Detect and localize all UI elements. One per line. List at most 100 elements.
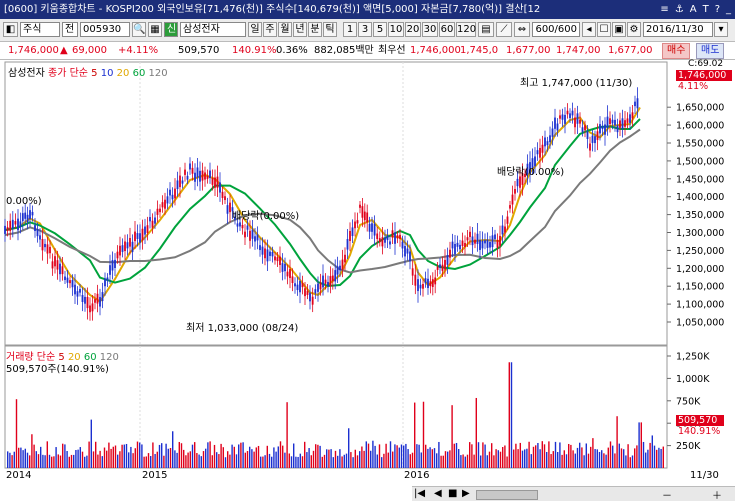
text-icon[interactable]: T [703,0,709,19]
candle-body [456,242,459,247]
candle-body [146,225,149,233]
scroll-first-icon[interactable]: |◀ [414,488,425,499]
volume-bar [623,449,625,468]
chart-menu-icon[interactable]: ◧ [3,22,18,37]
volume-bar [161,443,163,468]
candle-body [506,216,509,224]
minute-20-button[interactable]: 20 [405,22,421,37]
zoom-icon[interactable]: ⇔ [514,22,530,37]
scroll-left-icon[interactable]: ◂ [582,22,596,37]
volume-bar [370,450,372,468]
help-icon[interactable]: ? [715,0,720,19]
volume-bar [552,451,554,468]
price-chart[interactable]: 1,650,000 1,600,000 1,550,000 1,500,000 1,45… [0,60,735,500]
minute-1-button[interactable]: 1 [343,22,357,37]
volume-bar [561,454,563,468]
volume-bar [233,446,235,468]
volume-bar [620,448,623,468]
minute-5-button[interactable]: 5 [373,22,387,37]
scroll-prev-icon[interactable]: ◀ [434,488,442,499]
code-input[interactable]: 005930 [80,22,130,37]
volume-bar [26,452,29,468]
candle-body [417,279,419,292]
volume-bar [414,402,416,468]
data-count-input[interactable]: 600/600 [532,22,580,37]
volume-bar [176,452,178,468]
change-percent: +4.11% [118,45,159,56]
period-week-button[interactable]: 주 [263,22,277,37]
sell-button[interactable]: 매도 [696,43,725,59]
scope-select[interactable]: 전 [62,22,78,37]
x-label-end: 11/30 [690,470,719,481]
candle-body [317,283,319,292]
scroll-next-icon[interactable]: ▶ [462,488,470,499]
candle-body [441,264,444,271]
minute-10-button[interactable]: 10 [388,22,404,37]
save-icon[interactable]: ▣ [612,22,626,37]
period-month-button[interactable]: 월 [278,22,292,37]
candle-body [556,123,559,131]
volume-bar [260,456,262,468]
title-icons: ≡ ⚓ A T ? _ [660,0,731,19]
menu-icon[interactable]: ≡ [660,0,668,19]
volume-bar [191,444,194,468]
scroll-stop-icon[interactable]: ■ [448,488,457,499]
volume-bar [310,455,312,468]
chart-type-icon[interactable]: ▤ [478,22,494,37]
chart-area[interactable]: 1,650,000 1,600,000 1,550,000 1,500,000 1,45… [0,59,735,500]
checkbox-icon[interactable]: ☐ [597,22,611,37]
period-day-button[interactable]: 일 [248,22,262,37]
date-input[interactable]: 2016/11/30 [643,22,713,37]
calendar-icon[interactable]: ▾ [714,22,728,37]
grid-icon[interactable]: ▦ [148,22,162,37]
scroll-thumb[interactable] [476,490,538,500]
volume-bar [304,441,306,468]
volume-bar [46,441,48,468]
candle-body [159,208,161,213]
minimize-icon[interactable]: _ [726,0,731,19]
candle-body [344,254,346,263]
volume-bar [64,444,66,468]
font-icon[interactable]: A [690,0,697,19]
volume-bar [297,456,299,468]
volume-bar [471,444,473,468]
settings-icon[interactable]: ⚙ [627,22,641,37]
price-tick-label: 1,300,000 [676,228,724,239]
candle-body [181,180,184,184]
chart-scrollbar[interactable]: |◀ ◀ ■ ▶ － ＋ [412,486,735,502]
volume-bar [183,449,185,468]
volume-bar [99,450,101,468]
indicator-icon[interactable]: ⟋ [496,22,512,37]
candle-body [196,167,199,178]
price-tag-percent: 4.11% [678,81,709,92]
period-minute-button[interactable]: 분 [308,22,322,37]
volume-bar [356,455,359,468]
volume-bar [229,454,231,468]
period-tick-button[interactable]: 틱 [323,22,337,37]
candle-body [161,202,164,208]
buy-button[interactable]: 매수 [662,43,691,59]
price-tick-label: 1,550,000 [676,139,724,150]
volume-bar [392,451,394,468]
volume-bar [110,448,112,468]
candle-body [26,214,29,223]
minute-60-button[interactable]: 60 [439,22,455,37]
candle-body [61,266,64,275]
minute-120-button[interactable]: 120 [456,22,476,37]
candle-body [422,284,424,289]
candle-body [609,118,611,125]
period-year-button[interactable]: 년 [293,22,307,37]
minute-3-button[interactable]: 3 [358,22,372,37]
minute-30-button[interactable]: 30 [422,22,438,37]
volume-bar [90,419,92,468]
link-icon[interactable]: ⚓ [675,0,684,19]
volume-bar [526,448,528,468]
volume-bar [418,444,420,468]
candle-body [561,114,564,120]
search-icon[interactable]: 🔍 [132,22,146,37]
volume-bar [165,443,167,468]
candle-body [41,239,44,251]
volume-bar [13,451,15,468]
market-select[interactable]: 주식 [20,22,60,37]
volume-bar [438,441,440,468]
